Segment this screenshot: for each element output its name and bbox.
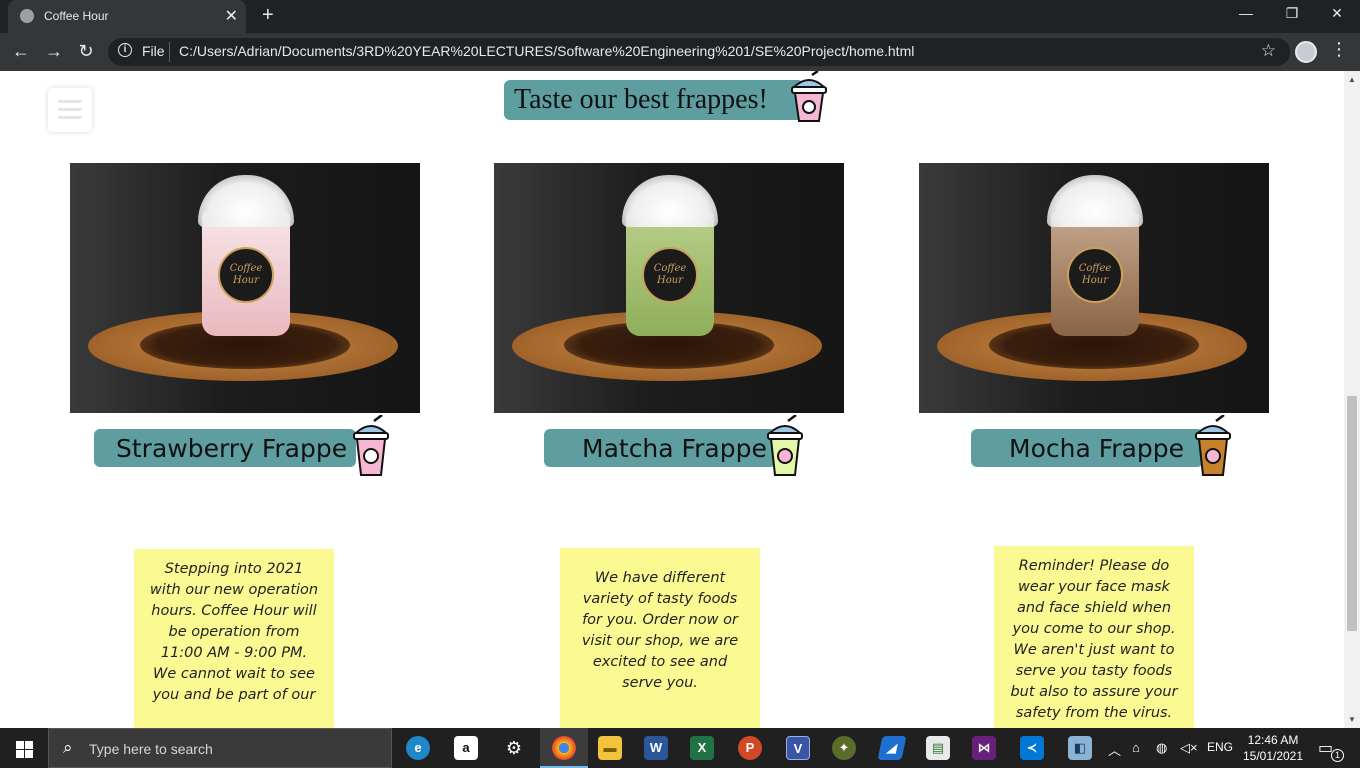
sticky-note-hours: Stepping into 2021 with our new operatio… bbox=[134, 549, 334, 728]
globe-icon bbox=[20, 9, 34, 23]
powerpoint-icon[interactable]: P bbox=[738, 736, 762, 760]
address-bar[interactable]: i File C:/Users/Adrian/Documents/3RD%20Y… bbox=[108, 38, 1290, 66]
restore-button[interactable]: ❐ bbox=[1282, 5, 1302, 22]
frappe-cup-icon bbox=[353, 415, 389, 476]
info-icon[interactable]: i bbox=[118, 43, 132, 57]
product-title-matcha[interactable]: Matcha Frappe bbox=[544, 429, 776, 467]
app-icon[interactable]: ◧ bbox=[1068, 736, 1092, 760]
tab-coffee-hour[interactable]: Coffee Hour ✕ bbox=[8, 0, 246, 33]
visio-icon[interactable]: V bbox=[786, 736, 810, 760]
new-tab-button[interactable]: + bbox=[262, 4, 274, 27]
browser-tab-strip: Coffee Hour ✕ + — ❐ ✕ bbox=[0, 0, 1360, 33]
frappe-cup-icon bbox=[767, 415, 803, 476]
minimize-button[interactable]: — bbox=[1236, 5, 1256, 21]
taskbar-search-box[interactable]: ⌕ Type here to search bbox=[48, 728, 392, 768]
reload-button[interactable]: ↻ bbox=[75, 41, 97, 62]
url-text[interactable]: C:/Users/Adrian/Documents/3RD%20YEAR%20L… bbox=[179, 43, 914, 59]
product-photo-mocha: Coffee Hour bbox=[919, 163, 1269, 413]
coffee-hour-logo: Coffee Hour bbox=[642, 247, 698, 303]
excel-icon[interactable]: X bbox=[690, 736, 714, 760]
menu-bar-icon bbox=[58, 108, 82, 111]
clock-time: 12:46 AM bbox=[1247, 733, 1299, 747]
start-button[interactable] bbox=[0, 728, 48, 768]
scroll-up-arrow-icon[interactable]: ▲ bbox=[1348, 75, 1356, 84]
notification-badge: 1 bbox=[1331, 749, 1344, 762]
coffee-hour-logo: Coffee Hour bbox=[218, 247, 274, 303]
browser-menu-icon[interactable]: ⋮ bbox=[1330, 39, 1348, 60]
product-name: Mocha Frappe bbox=[1009, 434, 1184, 463]
divider bbox=[169, 42, 170, 62]
app-icon[interactable]: ◢ bbox=[877, 736, 907, 760]
profile-avatar[interactable] bbox=[1295, 41, 1317, 63]
headline-banner: Taste our best frappes! bbox=[504, 80, 804, 120]
headline-text: Taste our best frappes! bbox=[514, 84, 768, 115]
menu-bar-icon bbox=[58, 116, 82, 119]
product-title-strawberry[interactable]: Strawberry Frappe bbox=[94, 429, 356, 467]
frappe-cup-icon bbox=[791, 71, 827, 122]
clock-date: 15/01/2021 bbox=[1242, 749, 1304, 763]
chrome-icon[interactable] bbox=[552, 736, 576, 760]
search-placeholder: Type here to search bbox=[89, 741, 213, 757]
back-button[interactable]: ← bbox=[10, 41, 32, 62]
product-name: Strawberry Frappe bbox=[116, 434, 348, 463]
scrollbar-thumb[interactable] bbox=[1347, 396, 1357, 631]
file-explorer-icon[interactable]: ▬ bbox=[598, 736, 622, 760]
show-hidden-icons-chevron-icon[interactable]: ︿ bbox=[1108, 740, 1121, 759]
network-icon[interactable]: ⌂ bbox=[1132, 740, 1140, 755]
scheme-label: File bbox=[142, 43, 165, 59]
bookmark-star-icon[interactable]: ☆ bbox=[1261, 41, 1276, 61]
volume-muted-icon[interactable]: ◁× bbox=[1180, 740, 1198, 756]
globe-icon[interactable]: ◍ bbox=[1156, 740, 1167, 756]
product-photo-matcha: Coffee Hour bbox=[494, 163, 844, 413]
windows-taskbar: ⌕ Type here to search e a ⚙ ▬ W X P V ✦ … bbox=[0, 728, 1360, 768]
system-clock[interactable]: 12:46 AM 15/01/2021 bbox=[1240, 732, 1306, 764]
vs-code-icon[interactable]: ≺ bbox=[1020, 736, 1044, 760]
forward-button[interactable]: → bbox=[43, 41, 65, 62]
sticky-note-foods: We have different variety of tasty foods… bbox=[560, 548, 760, 728]
search-icon: ⌕ bbox=[63, 738, 73, 757]
tab-title: Coffee Hour bbox=[44, 9, 109, 23]
sticky-note-reminder: Reminder! Please do wear your face mask … bbox=[994, 546, 1194, 728]
product-photo-strawberry: Coffee Hour bbox=[70, 163, 420, 413]
hamburger-menu-button[interactable] bbox=[48, 88, 92, 132]
scroll-down-arrow-icon[interactable]: ▼ bbox=[1348, 715, 1356, 724]
product-title-mocha[interactable]: Mocha Frappe bbox=[971, 429, 1203, 467]
word-icon[interactable]: W bbox=[644, 736, 668, 760]
page-scrollbar[interactable]: ▲ ▼ bbox=[1344, 71, 1360, 728]
close-window-button[interactable]: ✕ bbox=[1327, 5, 1347, 22]
browser-toolbar: ← → ↻ i File C:/Users/Adrian/Documents/3… bbox=[0, 33, 1360, 71]
frappe-cup-icon bbox=[1195, 415, 1231, 476]
app-icon[interactable]: ✦ bbox=[832, 736, 856, 760]
product-name: Matcha Frappe bbox=[582, 434, 767, 463]
menu-bar-icon bbox=[58, 100, 82, 103]
amazon-icon[interactable]: a bbox=[454, 736, 478, 760]
coffee-hour-logo: Coffee Hour bbox=[1067, 247, 1123, 303]
visual-studio-icon[interactable]: ⋈ bbox=[972, 736, 996, 760]
edge-icon[interactable]: e bbox=[406, 736, 430, 760]
chart-app-icon[interactable]: ▤ bbox=[926, 736, 950, 760]
language-indicator[interactable]: ENG bbox=[1207, 740, 1233, 754]
close-tab-icon[interactable]: ✕ bbox=[225, 6, 238, 26]
page-viewport: Taste our best frappes! Coffee Hour Stra… bbox=[0, 71, 1344, 728]
settings-gear-icon[interactable]: ⚙ bbox=[502, 736, 526, 760]
